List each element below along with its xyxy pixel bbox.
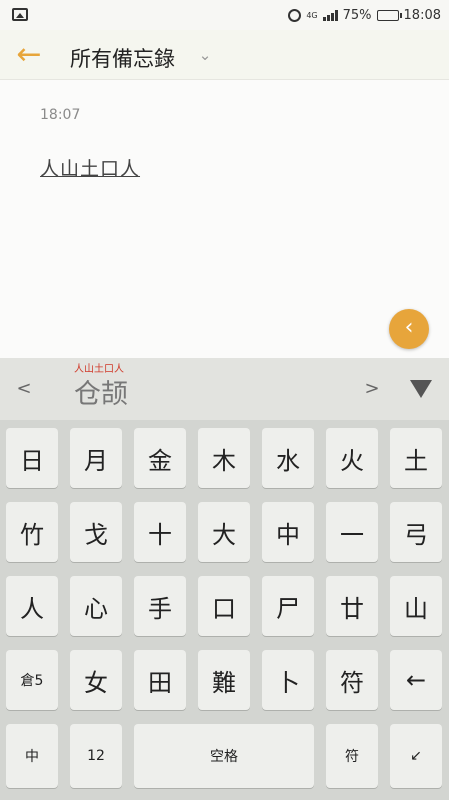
back-button[interactable]: ←	[12, 38, 46, 72]
keyboard: 日 月 金 木 水 火 土 竹 戈 十 大 中 一 弓 人 心 手 口 尸 廿 …	[0, 420, 449, 800]
key-kou[interactable]: 口	[198, 576, 250, 636]
key-ren[interactable]: 人	[6, 576, 58, 636]
key-da[interactable]: 大	[198, 502, 250, 562]
triangle-down-icon[interactable]	[410, 380, 432, 398]
key-gong[interactable]: 弓	[390, 502, 442, 562]
key-ri[interactable]: 日	[6, 428, 58, 488]
candidate-prev-button[interactable]: <	[10, 378, 38, 404]
key-nian[interactable]: 廿	[326, 576, 378, 636]
backspace-button[interactable]: ←	[390, 650, 442, 710]
network-type: 4G	[306, 10, 318, 20]
enter-button[interactable]: ↙	[390, 724, 442, 788]
key-tu[interactable]: 土	[390, 428, 442, 488]
gallery-icon	[12, 8, 28, 21]
key-cangjie-5[interactable]: 倉5	[6, 650, 58, 710]
note-editor[interactable]: 18:07 人山土口人 ‹	[0, 80, 449, 358]
key-shi[interactable]: 十	[134, 502, 186, 562]
alarm-icon	[288, 8, 302, 22]
battery-icon	[376, 9, 402, 21]
candidate-next-button[interactable]: >	[358, 378, 386, 404]
key-shan[interactable]: 山	[390, 576, 442, 636]
key-xin[interactable]: 心	[70, 576, 122, 636]
key-zhu[interactable]: 竹	[6, 502, 58, 562]
space-button[interactable]: 空格	[134, 724, 314, 788]
app-header: ← 所有備忘錄 ⌄	[0, 30, 449, 80]
key-bu[interactable]: 卜	[262, 650, 314, 710]
fab-button[interactable]: ‹	[389, 309, 429, 349]
battery-percent: 75%	[342, 7, 372, 23]
chevron-left-icon: ‹	[404, 315, 414, 340]
key-yue[interactable]: 月	[70, 428, 122, 488]
key-zhong[interactable]: 中	[262, 502, 314, 562]
key-yi[interactable]: 一	[326, 502, 378, 562]
note-body[interactable]: 人山土口人	[40, 154, 140, 181]
language-toggle-button[interactable]: 中	[6, 724, 58, 788]
back-arrow-icon: ←	[16, 37, 42, 72]
page-title[interactable]: 所有備忘錄	[70, 43, 175, 73]
symbols-button[interactable]: 符	[326, 724, 378, 788]
status-bar: 4G 75% 18:08	[0, 0, 449, 30]
key-shou[interactable]: 手	[134, 576, 186, 636]
key-fu[interactable]: 符	[326, 650, 378, 710]
key-shui[interactable]: 水	[262, 428, 314, 488]
note-timestamp: 18:07	[40, 107, 81, 123]
key-nv[interactable]: 女	[70, 650, 122, 710]
chevron-down-icon[interactable]: ⌄	[196, 46, 214, 64]
numbers-button[interactable]: 12	[70, 724, 122, 788]
key-nan[interactable]: 難	[198, 650, 250, 710]
candidate-word[interactable]: 仓颉	[74, 372, 128, 411]
key-mu[interactable]: 木	[198, 428, 250, 488]
status-right: 4G 75% 18:08	[288, 6, 441, 24]
key-huo[interactable]: 火	[326, 428, 378, 488]
candidate-bar: 人山土口人 < 仓颉 >	[0, 358, 449, 420]
signal-icon	[322, 9, 338, 21]
key-tian[interactable]: 田	[134, 650, 186, 710]
clock: 18:08	[403, 7, 441, 23]
key-jin[interactable]: 金	[134, 428, 186, 488]
key-ge[interactable]: 戈	[70, 502, 122, 562]
key-shi-corpse[interactable]: 尸	[262, 576, 314, 636]
